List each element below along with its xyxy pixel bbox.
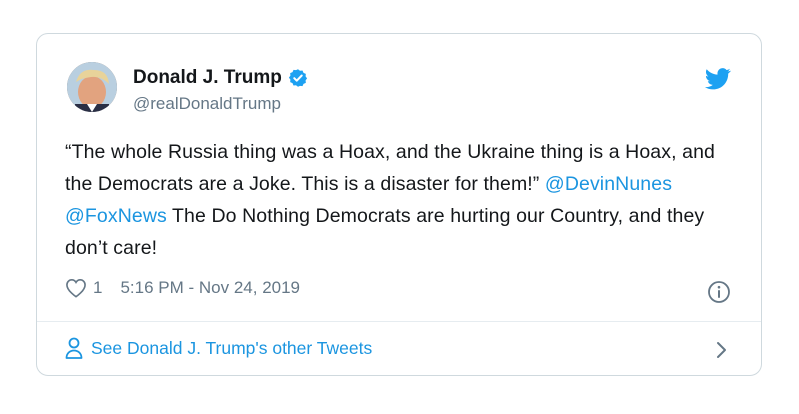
divider <box>37 321 761 322</box>
mention-foxnews[interactable]: @FoxNews <box>65 205 167 227</box>
verified-badge-icon <box>288 69 307 87</box>
person-icon <box>65 337 83 359</box>
author-name[interactable]: Donald J. Trump <box>133 67 282 89</box>
twitter-bird-icon[interactable] <box>705 68 731 90</box>
heart-icon[interactable] <box>65 278 87 298</box>
author-handle[interactable]: @realDonaldTrump <box>133 94 281 114</box>
tweet-card[interactable]: Donald J. Trump @realDonaldTrump “The wh… <box>36 33 762 376</box>
like-count: 1 <box>93 278 103 297</box>
info-icon[interactable] <box>707 280 731 304</box>
avatar[interactable] <box>67 62 117 112</box>
tweet-text: “The whole Russia thing was a Hoax, and … <box>65 136 745 264</box>
see-other-tweets-link[interactable]: See Donald J. Trump's other Tweets <box>65 337 372 359</box>
chevron-right-icon[interactable] <box>715 340 729 360</box>
see-other-tweets-label: See Donald J. Trump's other Tweets <box>91 337 373 358</box>
tweet-timestamp[interactable]: 5:16 PM - Nov 24, 2019 <box>120 278 300 298</box>
mention-devinnunes[interactable]: @DevinNunes <box>545 173 672 195</box>
